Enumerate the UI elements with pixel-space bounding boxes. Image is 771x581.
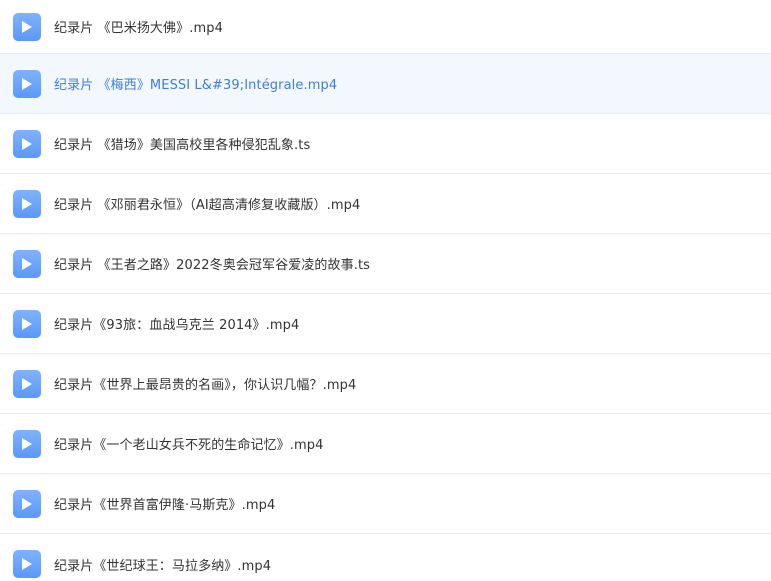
file-name: 纪录片 《梅西》MESSI L&#39;Intégrale.mp4	[54, 78, 338, 93]
file-row[interactable]: 纪录片 《王者之路》2022冬奥会冠军谷爱凌的故事.ts	[0, 234, 771, 294]
video-file-icon	[13, 69, 41, 98]
video-file-icon	[13, 550, 41, 578]
file-row[interactable]: 纪录片《世界首富伊隆·马斯克》.mp4	[0, 474, 771, 534]
file-row[interactable]: 纪录片《一个老山女兵不死的生命记忆》.mp4	[0, 414, 771, 474]
file-name: 纪录片 《邓丽君永恒》（AI超高清修复收藏版）.mp4	[54, 198, 361, 213]
video-file-icon	[13, 309, 41, 338]
file-row[interactable]: 纪录片 《巴米扬大佛》.mp4	[0, 0, 771, 54]
file-name: 纪录片《世纪球王：马拉多纳》.mp4	[54, 558, 272, 574]
video-file-icon	[13, 429, 41, 458]
file-name: 纪录片《一个老山女兵不死的生命记忆》.mp4	[54, 438, 324, 453]
file-row[interactable]: 纪录片 《邓丽君永恒》（AI超高清修复收藏版）.mp4	[0, 174, 771, 234]
video-file-icon	[13, 129, 41, 158]
file-name: 纪录片《93旅：血战乌克兰 2014》.mp4	[54, 318, 300, 333]
video-file-icon	[13, 249, 41, 278]
file-row[interactable]: 纪录片 《猎场》美国高校里各种侵犯乱象.ts	[0, 114, 771, 174]
file-row[interactable]: 纪录片《93旅：血战乌克兰 2014》.mp4	[0, 294, 771, 354]
file-name: 纪录片 《猎场》美国高校里各种侵犯乱象.ts	[54, 138, 311, 153]
file-name: 纪录片 《王者之路》2022冬奥会冠军谷爱凌的故事.ts	[54, 258, 371, 273]
file-list: 纪录片 《巴米扬大佛》.mp4 纪录片 《梅西》MESSI L&#39;Inté…	[0, 0, 771, 581]
file-name: 纪录片《世界首富伊隆·马斯克》.mp4	[54, 498, 276, 513]
video-file-icon	[13, 369, 41, 398]
file-row[interactable]: 纪录片《世界上最昂贵的名画》，你认识几幅？.mp4	[0, 354, 771, 414]
video-file-icon	[13, 489, 41, 518]
file-row[interactable]: 纪录片《世纪球王：马拉多纳》.mp4	[0, 534, 771, 581]
video-file-icon	[13, 12, 41, 41]
file-row[interactable]: 纪录片 《梅西》MESSI L&#39;Intégrale.mp4	[0, 54, 771, 114]
file-name: 纪录片 《巴米扬大佛》.mp4	[54, 21, 223, 36]
video-file-icon	[13, 189, 41, 218]
file-name: 纪录片《世界上最昂贵的名画》，你认识几幅？.mp4	[54, 378, 357, 393]
